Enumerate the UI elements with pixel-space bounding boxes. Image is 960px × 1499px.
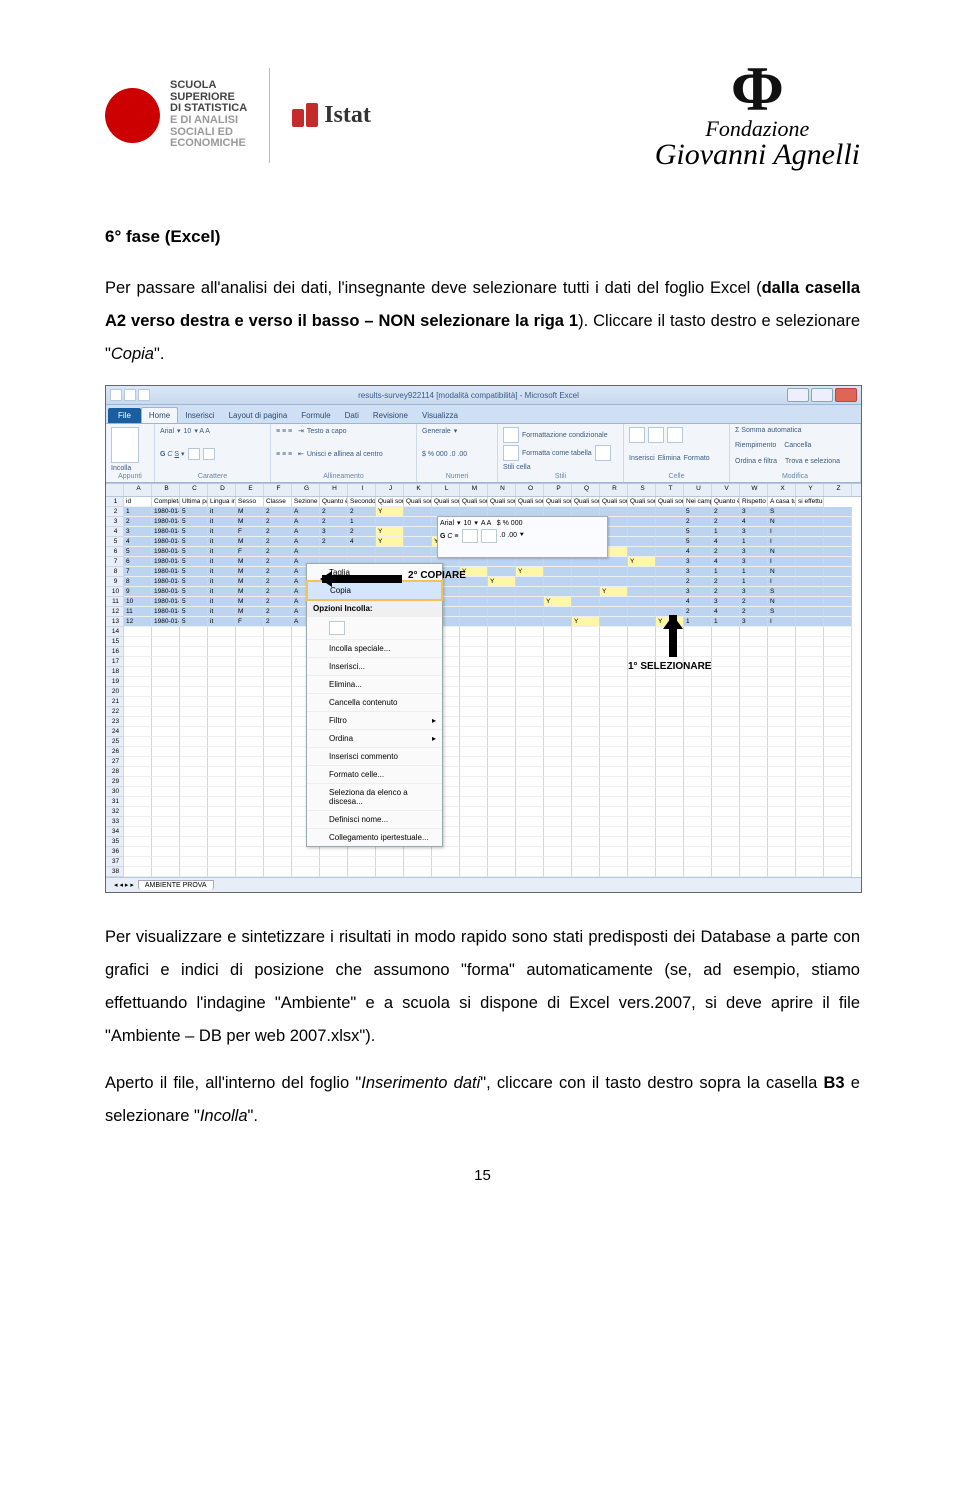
section-heading: 6° fase (Excel) — [105, 220, 860, 254]
annotation-copiare: 2° COPIARE — [408, 570, 466, 581]
ribbon: Incolla Appunti Arial ▾ 10 ▾ A A G C S ▾… — [106, 424, 861, 483]
paragraph-3: Aperto il file, all'interno del foglio "… — [105, 1067, 860, 1133]
tab-home[interactable]: Home — [141, 407, 178, 423]
ctx-elenco[interactable]: Seleziona da elenco a discesa... — [307, 783, 442, 810]
mini-toolbar[interactable]: Arial▾ 10▾ A A $ % 000 G C ≡ .0 .00 ⯆ — [437, 516, 608, 558]
ctx-collegamento[interactable]: Collegamento ipertestuale... — [307, 828, 442, 846]
paragraph-2: Per visualizzare e sintetizzare i risult… — [105, 921, 860, 1053]
ctx-cancella[interactable]: Cancella contenuto — [307, 693, 442, 711]
logo-scuola: SCUOLA SUPERIORE DI STATISTICA E DI ANAL… — [105, 80, 247, 149]
sheet-tab-bar: ◂ ◂ ▸ ▸ AMBIENTE PROVA — [106, 877, 861, 892]
close-button[interactable] — [835, 388, 857, 402]
arrow-selezionare — [664, 615, 677, 657]
ctx-elimina[interactable]: Elimina... — [307, 675, 442, 693]
excel-screenshot: results-survey922114 [modalità compatibi… — [105, 385, 862, 893]
ctx-formato[interactable]: Formato celle... — [307, 765, 442, 783]
annotation-selezionare: 1° SELEZIONARE — [628, 661, 711, 672]
ctx-filtro[interactable]: Filtro▸ — [307, 711, 442, 729]
ctx-inserisci[interactable]: Inserisci... — [307, 657, 442, 675]
paragraph-1: Per passare all'analisi dei dati, l'inse… — [105, 272, 860, 371]
ctx-incolla-speciale[interactable]: Incolla speciale... — [307, 639, 442, 657]
window-title: results-survey922114 [modalità compatibi… — [154, 391, 783, 400]
ctx-opzioni-header: Opzioni Incolla: — [307, 600, 442, 616]
tab-file[interactable]: File — [108, 408, 141, 423]
logo-scuola-text: SCUOLA SUPERIORE DI STATISTICA E DI ANAL… — [170, 80, 247, 149]
logo-istat: Istat — [292, 102, 371, 129]
phi-icon: Φ — [655, 60, 860, 118]
arrow-copiare — [322, 575, 402, 583]
ctx-nome[interactable]: Definisci nome... — [307, 810, 442, 828]
ctx-commento[interactable]: Inserisci commento — [307, 747, 442, 765]
ctx-ordina[interactable]: Ordina▸ — [307, 729, 442, 747]
page-number: 15 — [105, 1167, 860, 1184]
window-titlebar: results-survey922114 [modalità compatibi… — [106, 386, 861, 405]
logo-scuola-mark — [105, 88, 160, 143]
logo-agnelli: Φ Fondazione Giovanni Agnelli — [655, 60, 860, 170]
tab-inserisci[interactable]: Inserisci — [178, 408, 221, 423]
maximize-button[interactable] — [811, 388, 833, 402]
paste-button[interactable] — [111, 427, 139, 463]
ctx-paste-option[interactable] — [307, 616, 442, 639]
sheet-tab[interactable]: AMBIENTE PROVA — [138, 880, 214, 890]
ribbon-tabs: File Home Inserisci Layout di pagina For… — [106, 405, 861, 424]
header-logos: SCUOLA SUPERIORE DI STATISTICA E DI ANAL… — [105, 60, 860, 170]
minimize-button[interactable] — [787, 388, 809, 402]
tab-visualizza[interactable]: Visualizza — [415, 408, 465, 423]
context-menu: Taglia Copia Opzioni Incolla: Incolla sp… — [306, 563, 443, 847]
tab-formule[interactable]: Formule — [294, 408, 337, 423]
tab-layout[interactable]: Layout di pagina — [222, 408, 295, 423]
tab-revisione[interactable]: Revisione — [366, 408, 415, 423]
divider — [269, 68, 270, 163]
tab-dati[interactable]: Dati — [338, 408, 366, 423]
spreadsheet-grid[interactable]: ABCDEFGHIJKLMNOPQRSTUVWXYZ 1idCompletat.… — [106, 483, 861, 877]
